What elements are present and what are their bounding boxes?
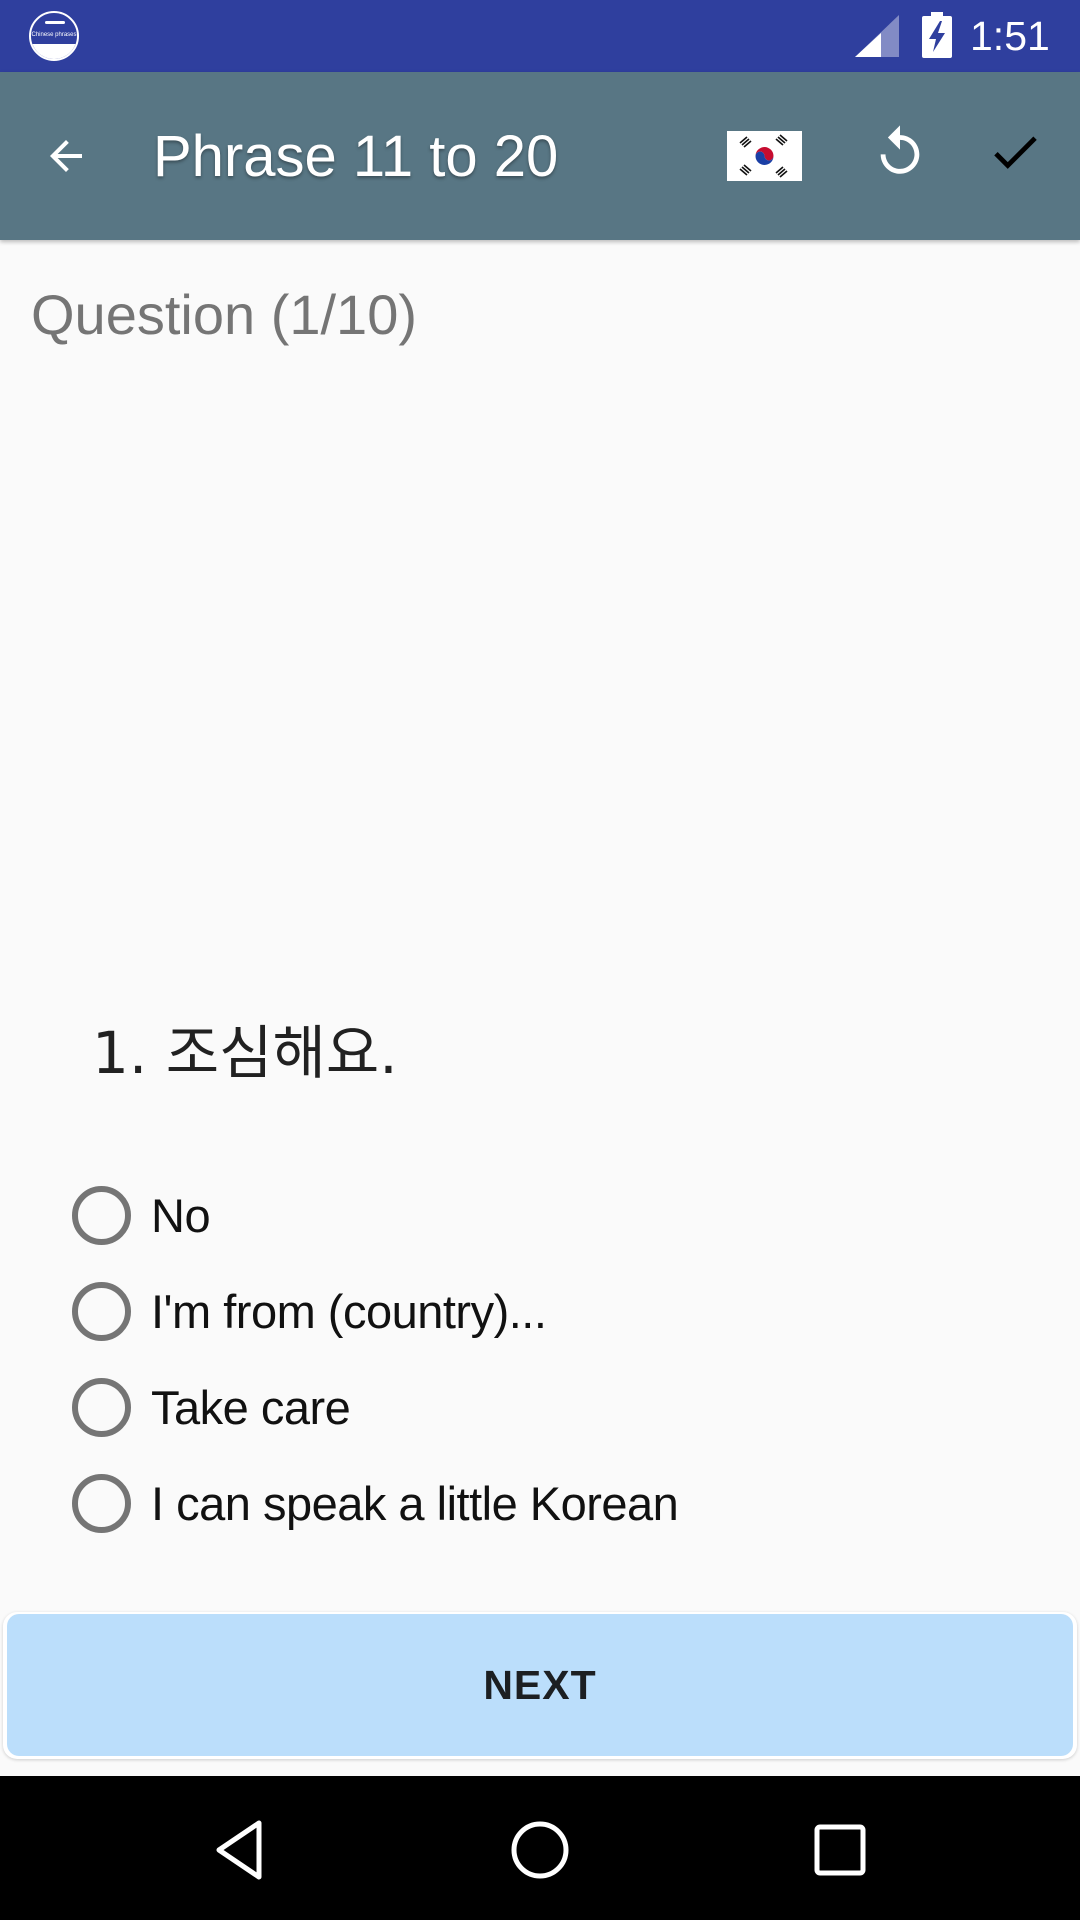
nav-home-button[interactable]	[495, 1805, 585, 1895]
signal-icon	[855, 15, 899, 57]
battery-charging-icon	[922, 12, 952, 58]
radio-button[interactable]	[72, 1185, 131, 1245]
next-button[interactable]: NEXT	[7, 1614, 1073, 1756]
check-answers-button[interactable]	[977, 114, 1053, 190]
app-notification-icon: Chinese phrases	[29, 11, 79, 61]
status-time: 1:51	[970, 13, 1050, 59]
radio-button[interactable]	[72, 1473, 131, 1533]
answer-option[interactable]: No	[72, 1175, 972, 1255]
refresh-icon	[880, 125, 920, 174]
radio-button[interactable]	[72, 1377, 131, 1437]
reset-button[interactable]	[862, 114, 938, 190]
language-flag-button[interactable]	[727, 131, 802, 181]
page-title: Phrase 11 to 20	[153, 124, 559, 189]
check-icon	[994, 136, 1037, 169]
nav-recents-icon	[814, 1824, 866, 1876]
option-label: I'm from (country)...	[151, 1284, 547, 1338]
arrow-back-icon	[50, 140, 82, 172]
question-counter: Question (1/10)	[31, 283, 417, 346]
option-label: Take care	[151, 1380, 351, 1434]
answer-option[interactable]: Take care	[72, 1367, 972, 1447]
nav-back-icon	[216, 1820, 262, 1880]
nav-back-button[interactable]	[195, 1805, 285, 1895]
app-icon-mark	[45, 21, 65, 24]
app-icon-label: Chinese phrases	[31, 32, 77, 38]
question-text: 1. 조심해요.	[92, 1019, 398, 1087]
back-button[interactable]	[28, 118, 104, 194]
nav-recents-button[interactable]	[795, 1805, 885, 1895]
answer-option[interactable]: I can speak a little Korean	[72, 1463, 972, 1543]
south-korea-flag-icon	[727, 131, 802, 181]
option-label: No	[151, 1188, 211, 1242]
next-button-label: NEXT	[483, 1661, 597, 1708]
nav-home-icon	[511, 1821, 569, 1879]
answer-option[interactable]: I'm from (country)...	[72, 1271, 972, 1351]
app-icon-lower	[31, 44, 77, 59]
radio-button[interactable]	[72, 1281, 131, 1341]
status-bar	[0, 0, 1080, 72]
option-label: I can speak a little Korean	[151, 1476, 679, 1530]
